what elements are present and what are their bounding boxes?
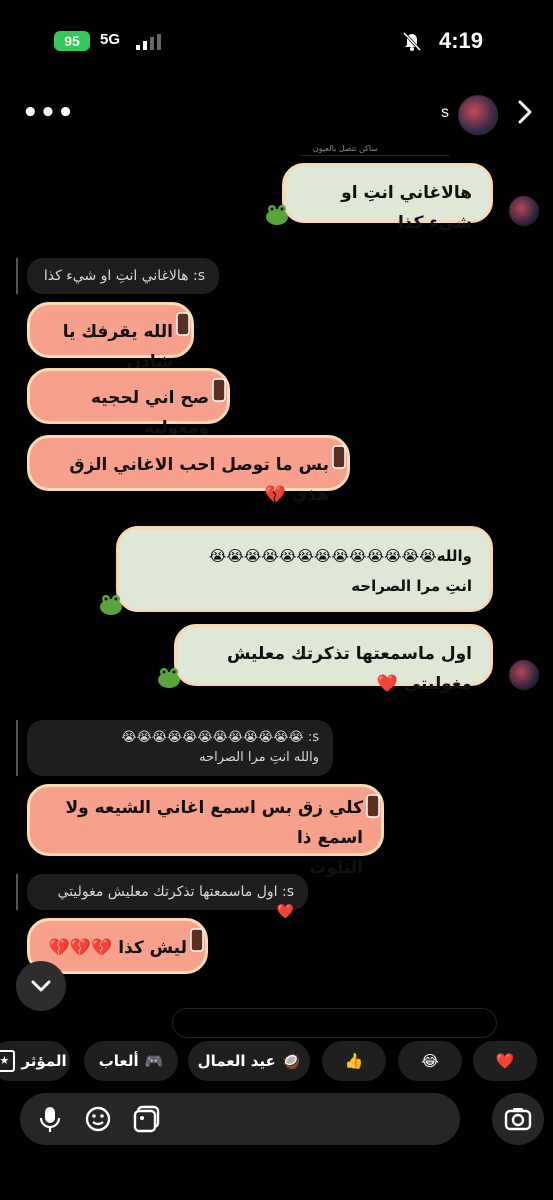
message-bubble-sent[interactable]: اول ماسمعتها تذكرتك معليش مغوليتي ❤️ — [174, 624, 493, 694]
games-chip-label: ألعاب — [98, 1052, 139, 1070]
sender-avatar — [509, 660, 539, 690]
frog-sticker-icon — [100, 595, 122, 615]
laughing-face-icon: 😂 — [421, 1052, 439, 1070]
signal-icon — [136, 34, 161, 50]
scroll-to-bottom-button[interactable] — [16, 961, 66, 1011]
chevron-down-icon — [31, 980, 51, 992]
soda-can-sticker-icon — [176, 312, 190, 336]
soda-can-sticker-icon — [212, 378, 226, 402]
chip-effects[interactable]: المؤثر ★ — [0, 1041, 70, 1081]
games-icon: 🎮 — [144, 1052, 164, 1070]
reply-text: s: اول ماسمعتها تذكرتك معليش مغوليتي — [57, 884, 294, 900]
effects-icon: ★ — [0, 1050, 16, 1072]
heart-icon: ❤️ — [376, 674, 398, 694]
chip-games[interactable]: 🎮 ألعاب — [84, 1041, 178, 1081]
reply-preview[interactable]: s: اول ماسمعتها تذكرتك معليش مغوليتي ❤️ — [27, 874, 308, 920]
reply-indicator — [16, 720, 18, 776]
message-text: اول ماسمعتها تذكرتك معليش مغوليتي — [227, 644, 472, 694]
frog-sticker-icon — [266, 205, 288, 225]
message-input-bar[interactable] — [20, 1093, 460, 1145]
chip-thumbs-up[interactable]: 👍 — [322, 1041, 386, 1081]
sticker-icon[interactable] — [84, 1105, 112, 1133]
soda-can-sticker-icon — [190, 928, 204, 952]
camera-button[interactable] — [492, 1093, 544, 1145]
chip-heart[interactable]: ❤️ — [473, 1041, 537, 1081]
broken-heart-icon: 💔💔💔 — [48, 938, 113, 958]
message-text: كلي زق بس اسمع اغاني الشيعه ولا اسمع ذا — [65, 798, 363, 848]
message-text: ليش كذا — [118, 938, 187, 958]
coconut-drink-icon: 🥥 — [281, 1052, 301, 1070]
back-arrow-icon[interactable] — [515, 98, 535, 126]
clock: 4:19 — [438, 28, 483, 53]
reply-preview[interactable]: s: هالاغاني انتِ او شيء كذا — [27, 258, 219, 294]
camera-icon — [504, 1108, 532, 1131]
reply-text: s: هالاغاني انتِ او شيء كذا — [43, 268, 205, 284]
header-subtitle: ساكن تتصل بالعيون — [312, 144, 378, 153]
reply-indicator — [16, 258, 18, 294]
chip-labour-day[interactable]: 🥥 عيد العمال — [188, 1041, 310, 1081]
battery-indicator: 95 — [54, 31, 90, 51]
message-bubble-received[interactable]: كلي زق بس اسمع اغاني الشيعه ولا اسمع ذا … — [27, 784, 384, 878]
message-text: هالاغاني انتِ او شيء كذا — [341, 183, 472, 233]
typing-indicator — [172, 1008, 497, 1038]
reply-text-line2: والله انتِ مرا الصراحه — [199, 750, 319, 765]
header-divider — [300, 155, 450, 156]
soda-can-sticker-icon — [332, 445, 346, 469]
network-type: 5G — [100, 31, 121, 48]
message-bubble-sent[interactable]: والله😭😭😭😭😭😭😭😭😭😭😭😭😭 انتِ مرا الصراحه — [116, 526, 493, 612]
thumbs-up-icon: 👍 — [344, 1052, 364, 1070]
frog-sticker-icon — [158, 668, 180, 688]
contact-name[interactable]: s — [441, 104, 449, 122]
message-text: بس ما توصل احب الاغاني الزق هذي — [69, 455, 329, 505]
reply-preview[interactable]: s: 😭😭😭😭😭😭😭😭😭😭😭😭 والله انتِ مرا الصراحه — [27, 720, 333, 776]
battery-level: 95 — [64, 33, 80, 49]
sender-avatar — [509, 196, 539, 226]
message-text: والله😭😭😭😭😭😭😭😭😭😭😭😭😭 — [208, 547, 472, 565]
mute-bell-icon — [402, 31, 422, 52]
heart-icon: ❤️ — [276, 904, 294, 920]
message-bubble-received[interactable]: بس ما توصل احب الاغاني الزق هذي 💔 — [27, 435, 350, 505]
message-bubble-received[interactable]: صح اني لحجيه ومغوليه — [27, 368, 230, 438]
message-text-line2: انتِ مرا الصراحه — [351, 577, 472, 595]
effects-chip-label: المؤثر — [21, 1052, 67, 1070]
reply-indicator — [16, 874, 18, 910]
contact-avatar[interactable] — [458, 95, 498, 135]
heart-icon: ❤️ — [495, 1052, 515, 1070]
mic-icon[interactable] — [38, 1105, 62, 1133]
message-text: الله يقرفك يا شادن — [62, 322, 173, 372]
more-icon[interactable]: ••• — [22, 98, 75, 128]
broken-heart-icon: 💔 — [264, 485, 286, 505]
soda-can-sticker-icon — [366, 794, 380, 818]
chip-laughing[interactable]: 😂 — [398, 1041, 462, 1081]
message-text: صح اني لحجيه ومغوليه — [90, 388, 209, 438]
reply-text: s: 😭😭😭😭😭😭😭😭😭😭😭😭 — [121, 730, 319, 745]
labour-day-chip-label: عيد العمال — [197, 1052, 276, 1070]
message-bubble-received[interactable]: الله يقرفك يا شادن — [27, 302, 194, 372]
gallery-icon[interactable] — [132, 1104, 162, 1134]
message-bubble-sent[interactable]: هالاغاني انتِ او شيء كذا — [282, 163, 493, 233]
